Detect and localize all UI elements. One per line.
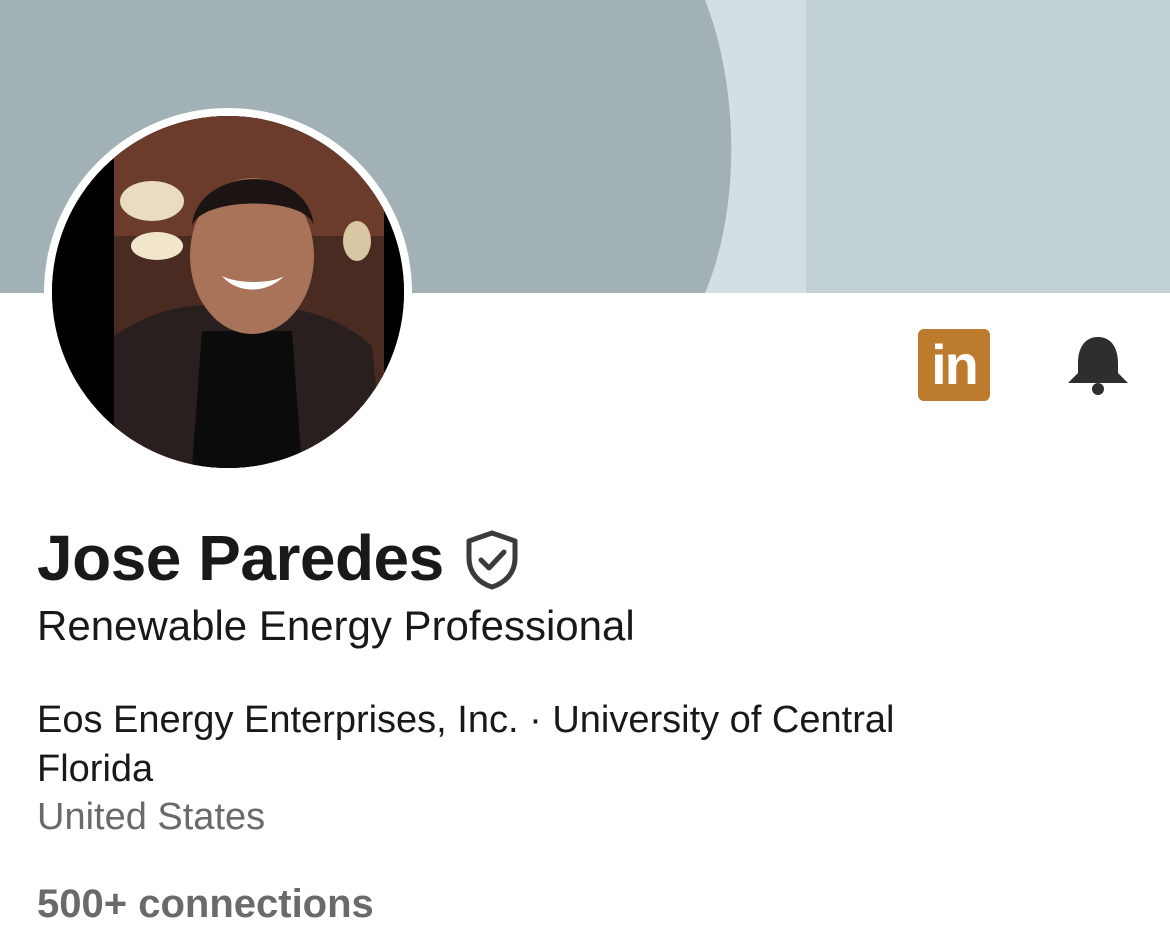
profile-organizations: Eos Energy Enterprises, Inc. · Universit…	[37, 699, 895, 790]
profile-photo[interactable]	[44, 108, 412, 476]
connections-count[interactable]: 500+ connections	[37, 882, 374, 927]
name-row: Jose Paredes	[37, 518, 520, 598]
linkedin-premium-icon[interactable]: in	[918, 329, 990, 401]
linkedin-label: in	[931, 333, 979, 396]
verified-shield-icon[interactable]	[464, 530, 520, 590]
profile-location: United States	[37, 796, 266, 838]
profile-name: Jose Paredes	[37, 522, 444, 594]
profile-photo-image	[52, 116, 404, 468]
bell-icon[interactable]	[1064, 333, 1132, 397]
profile-headline: Renewable Energy Professional	[37, 602, 635, 649]
